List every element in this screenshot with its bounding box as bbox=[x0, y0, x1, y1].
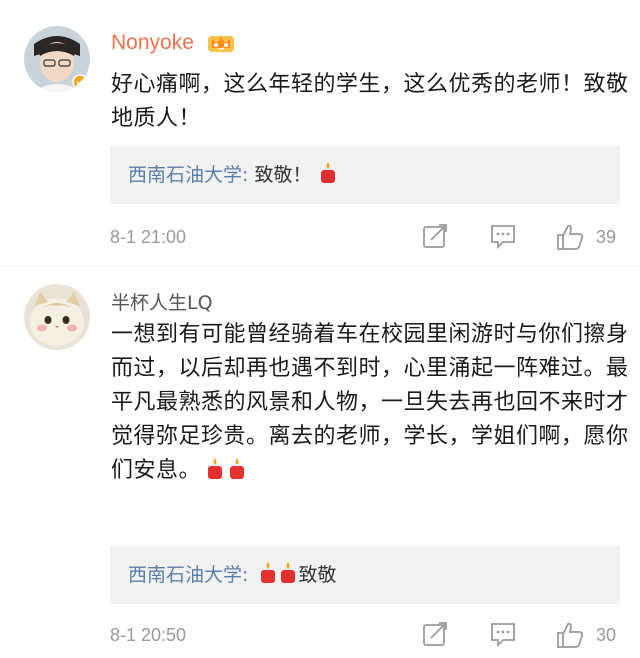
candle-icon bbox=[278, 561, 298, 585]
comment-icon[interactable] bbox=[490, 223, 516, 250]
like-count: 39 bbox=[596, 227, 617, 247]
reply-author[interactable]: 西南石油大学: bbox=[128, 564, 248, 586]
username[interactable]: 半杯人生LQ bbox=[111, 288, 213, 315]
timestamp: 8-1 21:00 bbox=[110, 227, 187, 247]
comment-item: 半杯人生LQ 一想到有可能曾经骑着车在校园里闲游时与你们擦身而过，以后却再也遇不… bbox=[0, 266, 640, 658]
avatar[interactable] bbox=[24, 26, 90, 92]
verified-badge-icon bbox=[72, 74, 88, 90]
comment-item: Nonyoke 好心痛啊，这么年轻的学生，这么优秀的老师！致敬地质人！ 西南石油… bbox=[0, 0, 640, 262]
reply-box[interactable]: 西南石油大学: 致敬！ bbox=[110, 146, 620, 204]
timestamp: 8-1 20:50 bbox=[110, 625, 187, 645]
share-icon[interactable] bbox=[422, 223, 448, 249]
comment-text: 一想到有可能曾经骑着车在校园里闲游时与你们擦身而过，以后却再也遇不到时，心里涌起… bbox=[111, 318, 631, 488]
reply-line: 西南石油大学: 致敬 bbox=[128, 560, 336, 587]
comment-text-body: 一想到有可能曾经骑着车在校园里闲游时与你们擦身而过，以后却再也遇不到时，心里涌起… bbox=[111, 322, 629, 483]
crown-vip-icon bbox=[206, 30, 236, 52]
reply-box[interactable]: 西南石油大学: 致敬 bbox=[110, 546, 620, 604]
reply-line: 西南石油大学: 致敬！ bbox=[128, 160, 338, 187]
username[interactable]: Nonyoke bbox=[111, 31, 194, 55]
like-count: 30 bbox=[596, 625, 617, 645]
like-icon[interactable] bbox=[556, 223, 584, 251]
candle-icon bbox=[258, 561, 278, 585]
comment-meta: 8-1 21:00 39 bbox=[110, 223, 620, 253]
avatar[interactable] bbox=[24, 284, 90, 350]
comment-icon[interactable] bbox=[490, 621, 516, 648]
reply-text: 致敬！ bbox=[248, 164, 312, 186]
share-icon[interactable] bbox=[422, 621, 448, 647]
candle-icon bbox=[318, 161, 338, 185]
reply-author[interactable]: 西南石油大学: bbox=[128, 164, 248, 186]
comment-text: 好心痛啊，这么年轻的学生，这么优秀的老师！致敬地质人！ bbox=[111, 72, 629, 131]
comment-meta: 8-1 20:50 30 bbox=[110, 621, 620, 651]
reply-text: 致敬 bbox=[298, 564, 337, 586]
candle-icon bbox=[205, 457, 225, 481]
like-icon[interactable] bbox=[556, 621, 584, 649]
candle-icon bbox=[227, 457, 247, 481]
